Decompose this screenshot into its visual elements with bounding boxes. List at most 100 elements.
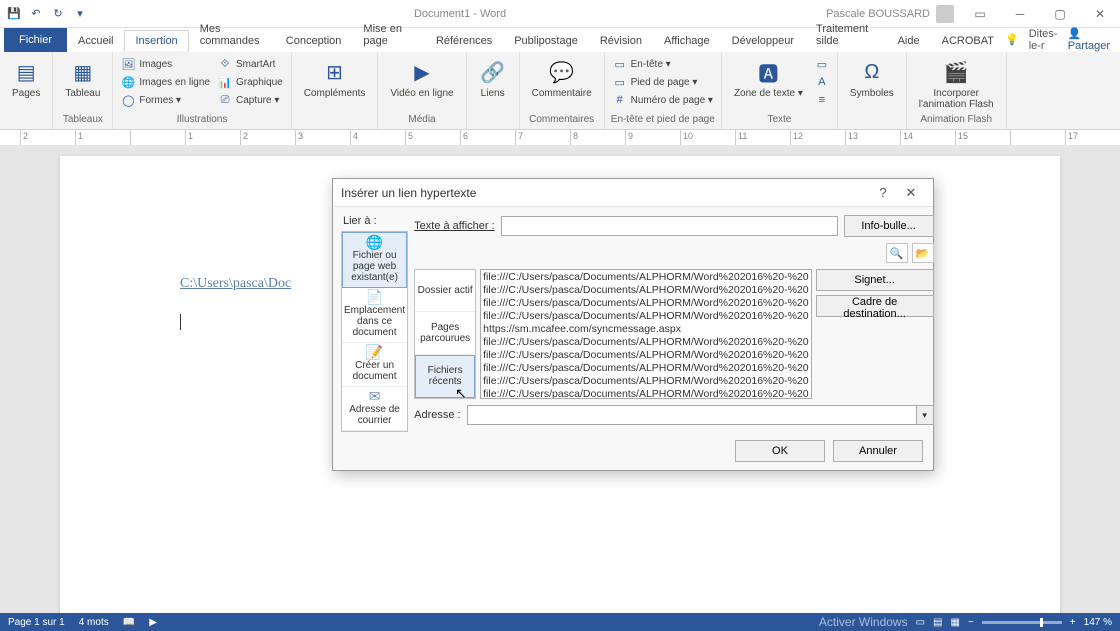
linkto-place-in-doc[interactable]: 📄Emplacement dans ce document bbox=[342, 288, 407, 343]
text-cursor bbox=[180, 314, 181, 330]
group-texte: Texte bbox=[726, 114, 833, 127]
close-icon[interactable]: ✕ bbox=[1080, 0, 1120, 28]
view-read-icon[interactable]: ▭ bbox=[916, 617, 925, 628]
view-web-icon[interactable]: ▦ bbox=[951, 617, 960, 628]
tab-traitement-silde[interactable]: Traitement silde bbox=[805, 18, 887, 52]
list-item[interactable]: file:///C:/Users/pasca/Documents/ALPHORM… bbox=[483, 375, 808, 388]
cadre-button[interactable]: Cadre de destination... bbox=[816, 295, 934, 317]
complements-button[interactable]: ⊞Compléments bbox=[298, 56, 372, 101]
save-icon[interactable]: 💾 bbox=[6, 6, 22, 22]
numero-page-button[interactable]: #Numéro de page ▾ bbox=[611, 92, 715, 108]
symboles-button[interactable]: ΩSymboles bbox=[844, 56, 900, 101]
tab-affichage[interactable]: Affichage bbox=[653, 30, 721, 52]
tab-mise-en-page[interactable]: Mise en page bbox=[352, 18, 425, 52]
txt-extra3[interactable]: ≡ bbox=[813, 92, 831, 108]
txt-extra2[interactable]: A bbox=[813, 74, 831, 90]
adresse-input[interactable] bbox=[467, 405, 916, 425]
zoom-slider[interactable] bbox=[982, 621, 1062, 624]
pages-button[interactable]: ▤Pages bbox=[6, 56, 46, 101]
tableau-button[interactable]: ▦Tableau bbox=[59, 56, 106, 101]
linkto-email[interactable]: ✉Adresse de courrier bbox=[342, 387, 407, 431]
tab-developpeur[interactable]: Développeur bbox=[721, 30, 805, 52]
linkto-create-doc[interactable]: 📝Créer un document bbox=[342, 343, 407, 387]
word-count[interactable]: 4 mots bbox=[79, 617, 109, 628]
proofing-icon[interactable]: 📖 bbox=[123, 617, 135, 628]
zoom-out-icon[interactable]: − bbox=[968, 617, 974, 628]
dialog-help-icon[interactable]: ? bbox=[869, 185, 897, 200]
group-flash: Animation Flash bbox=[911, 114, 1002, 127]
file-list[interactable]: file:///C:/Users/pasca/Documents/ALPHORM… bbox=[480, 269, 811, 399]
browse-recent-files[interactable]: Fichiers récents bbox=[415, 355, 475, 398]
adresse-dropdown-icon[interactable]: ▾ bbox=[916, 405, 934, 425]
macro-icon[interactable]: ▶ bbox=[149, 617, 157, 628]
video-button[interactable]: ▶Vidéo en ligne bbox=[384, 56, 459, 101]
tab-publipostage[interactable]: Publipostage bbox=[503, 30, 589, 52]
images-en-ligne-button[interactable]: 🌐Images en ligne bbox=[119, 74, 212, 90]
signet-button[interactable]: Signet... bbox=[816, 269, 934, 291]
dialog-close-icon[interactable]: ✕ bbox=[897, 185, 925, 201]
qat-dropdown-icon[interactable]: ▾ bbox=[72, 6, 88, 22]
txt-extra1[interactable]: ▭ bbox=[813, 56, 831, 72]
list-item[interactable]: file:///C:/Users/pasca/Documents/ALPHORM… bbox=[483, 362, 808, 375]
images-icon: 🖼 bbox=[121, 57, 135, 71]
images-button[interactable]: 🖼Images bbox=[119, 56, 212, 72]
list-item[interactable]: file:///C:/Users/pasca/Documents/ALPHORM… bbox=[483, 388, 808, 399]
info-bulle-button[interactable]: Info-bulle... bbox=[844, 215, 934, 237]
list-item[interactable]: file:///C:/Users/pasca/Documents/ALPHORM… bbox=[483, 310, 808, 323]
list-item[interactable]: file:///C:/Users/pasca/Documents/ALPHORM… bbox=[483, 297, 808, 310]
formes-button[interactable]: ◯Formes ▾ bbox=[119, 92, 212, 108]
tab-accueil[interactable]: Accueil bbox=[67, 30, 124, 52]
omega-icon: Ω bbox=[858, 58, 886, 86]
tell-me-icon[interactable]: 💡 bbox=[1005, 33, 1019, 46]
flash-button[interactable]: 🎬Incorporerl'animation Flash bbox=[913, 56, 1000, 112]
tab-file[interactable]: Fichier bbox=[4, 28, 67, 52]
tab-mes-commandes[interactable]: Mes commandes bbox=[189, 18, 275, 52]
graphique-button[interactable]: 📊Graphique bbox=[216, 74, 285, 90]
minimize-icon[interactable]: ─ bbox=[1000, 0, 1040, 28]
title-bar: 💾 ↶ ↻ ▾ Document1 - Word Pascale BOUSSAR… bbox=[0, 0, 1120, 28]
tab-revision[interactable]: Révision bbox=[589, 30, 653, 52]
ribbon-tabs: Fichier Accueil Insertion Mes commandes … bbox=[0, 28, 1120, 52]
redo-icon[interactable]: ↻ bbox=[50, 6, 66, 22]
share-button[interactable]: 👤 Partager bbox=[1068, 27, 1110, 52]
zoom-level[interactable]: 147 % bbox=[1084, 617, 1112, 628]
page-count[interactable]: Page 1 sur 1 bbox=[8, 617, 65, 628]
smartart-button[interactable]: ⟐SmartArt bbox=[216, 56, 285, 72]
tab-aide[interactable]: Aide bbox=[887, 30, 931, 52]
liens-button[interactable]: 🔗Liens bbox=[473, 56, 513, 101]
commentaire-button[interactable]: 💬Commentaire bbox=[526, 56, 598, 101]
tab-references[interactable]: Références bbox=[425, 30, 503, 52]
undo-icon[interactable]: ↶ bbox=[28, 6, 44, 22]
addins-icon: ⊞ bbox=[321, 58, 349, 86]
maximize-icon[interactable]: ▢ bbox=[1040, 0, 1080, 28]
list-item[interactable]: https://sm.mcafee.com/syncmessage.aspx bbox=[483, 323, 808, 336]
tab-conception[interactable]: Conception bbox=[275, 30, 353, 52]
browse-browsed-pages[interactable]: Pages parcourues bbox=[415, 312, 475, 354]
linkto-existing-file[interactable]: 🌐Fichier ou page web existant(e) bbox=[342, 232, 407, 288]
list-item[interactable]: file:///C:/Users/pasca/Documents/ALPHORM… bbox=[483, 271, 808, 284]
tell-me-label[interactable]: Dites-le-r bbox=[1029, 28, 1058, 52]
browse-current-folder[interactable]: Dossier actif bbox=[415, 270, 475, 312]
tab-insertion[interactable]: Insertion bbox=[124, 30, 188, 52]
text-to-display-input[interactable] bbox=[501, 216, 838, 236]
ribbon-display-icon[interactable]: ▭ bbox=[960, 0, 1000, 28]
browse-web-icon[interactable]: 🔍 bbox=[886, 243, 908, 263]
list-item[interactable]: file:///C:/Users/pasca/Documents/ALPHORM… bbox=[483, 336, 808, 349]
zone-texte-button[interactable]: 🅰Zone de texte ▾ bbox=[728, 56, 809, 101]
group-illustrations: Illustrations bbox=[117, 114, 286, 127]
list-item[interactable]: file:///C:/Users/pasca/Documents/ALPHORM… bbox=[483, 349, 808, 362]
capture-button[interactable]: ⎚Capture ▾ bbox=[216, 92, 285, 108]
ruler[interactable]: 211234567891011121314151718 bbox=[0, 130, 1120, 146]
ok-button[interactable]: OK bbox=[735, 440, 825, 462]
tab-acrobat[interactable]: ACROBAT bbox=[931, 30, 1005, 52]
hyperlink-text[interactable]: C:\Users\pasca\Doc bbox=[180, 276, 291, 292]
pied-page-button[interactable]: ▭Pied de page ▾ bbox=[611, 74, 715, 90]
browse-file-icon[interactable]: 📂 bbox=[912, 243, 934, 263]
view-print-icon[interactable]: ▤ bbox=[933, 617, 942, 628]
list-item[interactable]: file:///C:/Users/pasca/Documents/ALPHORM… bbox=[483, 284, 808, 297]
entete-button[interactable]: ▭En-tête ▾ bbox=[611, 56, 715, 72]
zoom-in-icon[interactable]: + bbox=[1070, 617, 1076, 628]
watermark: Activer Windows bbox=[819, 615, 908, 629]
annuler-button[interactable]: Annuler bbox=[833, 440, 923, 462]
link-to-label: Lier à : bbox=[341, 215, 408, 227]
